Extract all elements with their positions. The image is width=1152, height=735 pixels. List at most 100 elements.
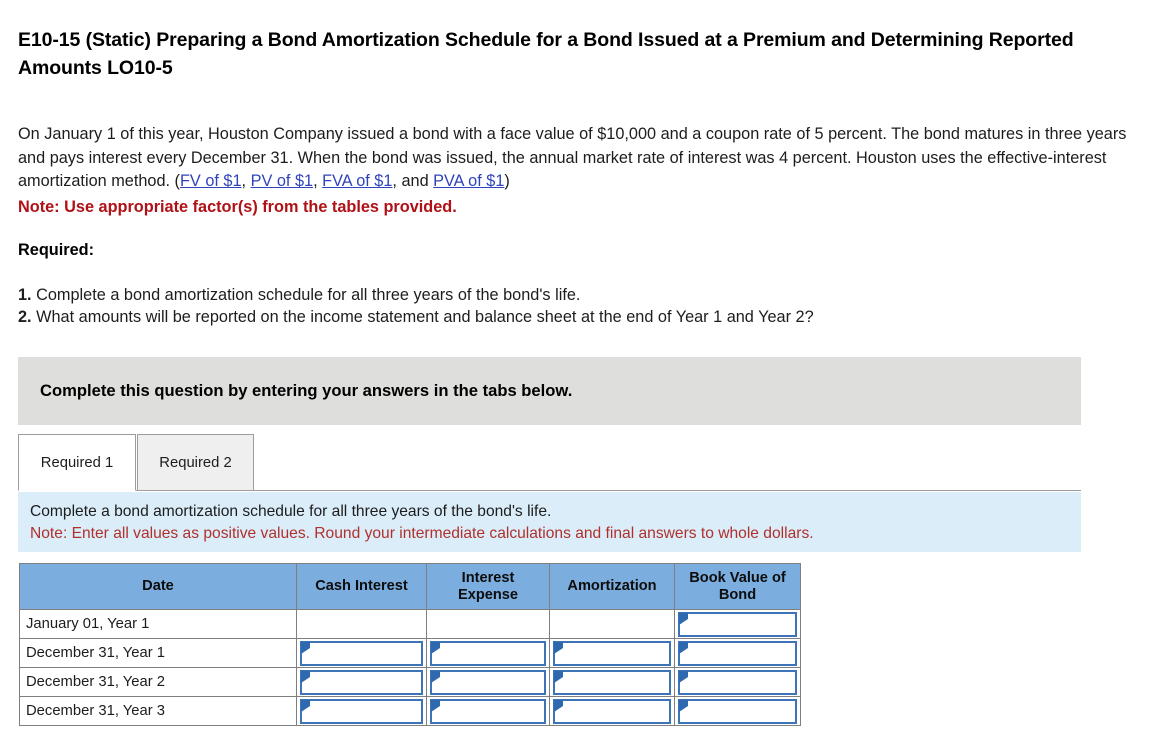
answer-box-cash-interest-row-4[interactable] xyxy=(300,698,423,724)
problem-text-part2: ) xyxy=(504,172,510,190)
cell-amortization-row-4[interactable] xyxy=(549,696,675,726)
table-header: Date Cash Interest Interest Expense Amor… xyxy=(19,563,801,610)
required-list: 1. Complete a bond amortization schedule… xyxy=(18,285,1098,328)
answer-box-amortization-row-4[interactable] xyxy=(553,698,671,724)
column-header-book-value: Book Value of Bond xyxy=(674,563,801,610)
column-header-interest-expense: Interest Expense xyxy=(426,563,550,610)
input-amortization-row-4[interactable] xyxy=(555,700,669,722)
link-pv-of-1[interactable]: PV of $1 xyxy=(251,172,313,190)
answer-box-interest-expense-row-3[interactable] xyxy=(430,669,546,695)
input-interest-expense-row-3[interactable] xyxy=(432,671,544,693)
empty-cell xyxy=(550,612,674,637)
cell-amortization-row-3[interactable] xyxy=(549,667,675,697)
answer-box-interest-expense-row-4[interactable] xyxy=(430,698,546,724)
column-header-cash-interest: Cash Interest xyxy=(296,563,427,610)
table-row: January 01, Year 1 xyxy=(19,609,801,639)
tab-required-1[interactable]: Required 1 xyxy=(18,434,136,491)
input-interest-expense-row-2[interactable] xyxy=(432,642,544,664)
cell-flag-icon xyxy=(679,699,688,712)
cell-cash-interest-row-1 xyxy=(296,609,427,639)
cell-flag-icon xyxy=(301,641,310,654)
subinstruction-line: Complete a bond amortization schedule fo… xyxy=(30,503,552,520)
instruction-banner: Complete this question by entering your … xyxy=(18,357,1081,425)
answer-box-cash-interest-row-3[interactable] xyxy=(300,669,423,695)
required-item-1-text: Complete a bond amortization schedule fo… xyxy=(31,286,581,304)
required-item-1-number: 1. xyxy=(18,286,32,304)
cell-book-value-row-2[interactable] xyxy=(674,638,801,668)
required-item-2-text: What amounts will be reported on the inc… xyxy=(31,307,814,326)
input-book-value-row-4[interactable] xyxy=(680,700,795,722)
cell-flag-icon xyxy=(431,699,440,712)
cell-flag-icon xyxy=(431,641,440,654)
exercise-page: E10-15 (Static) Preparing a Bond Amortiz… xyxy=(0,0,1152,735)
cell-book-value-row-3[interactable] xyxy=(674,667,801,697)
required-heading: Required: xyxy=(18,241,94,259)
input-book-value-row-2[interactable] xyxy=(680,642,795,664)
answer-box-book-value-row-1[interactable] xyxy=(678,611,797,637)
subinstruction-note: Note: Enter all values as positive value… xyxy=(30,525,814,542)
tab-strip: Required 1 Required 2 xyxy=(18,434,1081,492)
table-header-row: Date Cash Interest Interest Expense Amor… xyxy=(19,563,801,610)
table-body: January 01, Year 1 December 31, Year 1 D… xyxy=(19,609,801,726)
input-cash-interest-row-2[interactable] xyxy=(302,642,421,664)
cell-interest-expense-row-1 xyxy=(426,609,550,639)
cell-book-value-row-4[interactable] xyxy=(674,696,801,726)
cell-interest-expense-row-2[interactable] xyxy=(426,638,550,668)
cell-book-value-row-1[interactable] xyxy=(674,609,801,639)
input-cash-interest-row-3[interactable] xyxy=(302,671,421,693)
cell-flag-icon xyxy=(679,641,688,654)
answer-box-interest-expense-row-2[interactable] xyxy=(430,640,546,666)
input-book-value-row-3[interactable] xyxy=(680,671,795,693)
cell-flag-icon xyxy=(301,670,310,683)
cell-interest-expense-row-4[interactable] xyxy=(426,696,550,726)
subinstruction-box: Complete a bond amortization schedule fo… xyxy=(18,492,1081,552)
answer-box-book-value-row-3[interactable] xyxy=(678,669,797,695)
answer-box-cash-interest-row-2[interactable] xyxy=(300,640,423,666)
link-separator-2: , xyxy=(313,172,323,190)
link-separator-3: , and xyxy=(392,172,434,190)
answer-box-book-value-row-2[interactable] xyxy=(678,640,797,666)
cell-cash-interest-row-4[interactable] xyxy=(296,696,427,726)
input-amortization-row-2[interactable] xyxy=(555,642,669,664)
cell-flag-icon xyxy=(431,670,440,683)
empty-cell xyxy=(427,612,549,637)
cell-flag-icon xyxy=(679,612,688,625)
cell-flag-icon xyxy=(554,641,563,654)
table-row: December 31, Year 1 xyxy=(19,638,801,668)
table-row: December 31, Year 3 xyxy=(19,696,801,726)
empty-cell xyxy=(297,612,426,637)
link-fva-of-1[interactable]: FVA of $1 xyxy=(322,172,392,190)
answer-box-amortization-row-2[interactable] xyxy=(553,640,671,666)
tab-required-1-label: Required 1 xyxy=(40,454,114,471)
cell-amortization-row-2[interactable] xyxy=(549,638,675,668)
required-item-1: 1. Complete a bond amortization schedule… xyxy=(18,285,1098,307)
cell-interest-expense-row-3[interactable] xyxy=(426,667,550,697)
table-row: December 31, Year 2 xyxy=(19,667,801,697)
link-separator-1: , xyxy=(241,172,251,190)
cell-cash-interest-row-2[interactable] xyxy=(296,638,427,668)
cell-date-row-4: December 31, Year 3 xyxy=(19,696,297,726)
required-item-2-number: 2. xyxy=(18,307,32,326)
instruction-banner-text: Complete this question by entering your … xyxy=(40,381,573,400)
link-pva-of-1[interactable]: PVA of $1 xyxy=(433,172,504,190)
input-book-value-row-1[interactable] xyxy=(680,613,795,635)
answer-box-amortization-row-3[interactable] xyxy=(553,669,671,695)
cell-cash-interest-row-3[interactable] xyxy=(296,667,427,697)
cell-flag-icon xyxy=(554,699,563,712)
required-item-2: 2. What amounts will be reported on the … xyxy=(18,307,1098,329)
answer-box-book-value-row-4[interactable] xyxy=(678,698,797,724)
column-header-date: Date xyxy=(19,563,297,610)
input-cash-interest-row-4[interactable] xyxy=(302,700,421,722)
tab-required-2[interactable]: Required 2 xyxy=(137,434,254,491)
tab-required-2-label: Required 2 xyxy=(159,454,232,471)
link-fv-of-1[interactable]: FV of $1 xyxy=(180,172,242,190)
cell-date-row-2: December 31, Year 1 xyxy=(19,638,297,668)
cell-flag-icon xyxy=(679,670,688,683)
cell-amortization-row-1 xyxy=(549,609,675,639)
amortization-schedule-table: Date Cash Interest Interest Expense Amor… xyxy=(19,563,801,726)
input-interest-expense-row-4[interactable] xyxy=(432,700,544,722)
input-amortization-row-3[interactable] xyxy=(555,671,669,693)
cell-date-row-1: January 01, Year 1 xyxy=(19,609,297,639)
cell-date-row-3: December 31, Year 2 xyxy=(19,667,297,697)
column-header-amortization: Amortization xyxy=(549,563,675,610)
